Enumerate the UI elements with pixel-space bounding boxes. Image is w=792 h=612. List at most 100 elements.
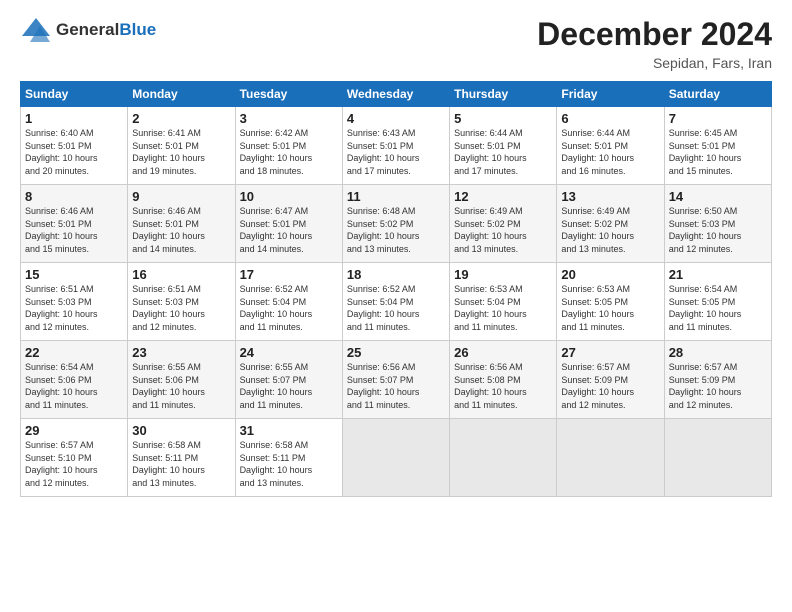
day-number: 12 [454,189,552,204]
calendar-cell: 10Sunrise: 6:47 AM Sunset: 5:01 PM Dayli… [235,185,342,263]
day-info: Sunrise: 6:53 AM Sunset: 5:05 PM Dayligh… [561,283,659,333]
calendar-cell: 7Sunrise: 6:45 AM Sunset: 5:01 PM Daylig… [664,107,771,185]
day-info: Sunrise: 6:50 AM Sunset: 5:03 PM Dayligh… [669,205,767,255]
day-info: Sunrise: 6:54 AM Sunset: 5:05 PM Dayligh… [669,283,767,333]
day-number: 18 [347,267,445,282]
day-header-friday: Friday [557,82,664,107]
calendar-week-2: 8Sunrise: 6:46 AM Sunset: 5:01 PM Daylig… [21,185,772,263]
day-header-tuesday: Tuesday [235,82,342,107]
day-number: 2 [132,111,230,126]
day-number: 26 [454,345,552,360]
logo: GeneralBlue [20,16,156,44]
day-number: 6 [561,111,659,126]
day-number: 19 [454,267,552,282]
day-info: Sunrise: 6:54 AM Sunset: 5:06 PM Dayligh… [25,361,123,411]
day-info: Sunrise: 6:53 AM Sunset: 5:04 PM Dayligh… [454,283,552,333]
calendar-cell: 1Sunrise: 6:40 AM Sunset: 5:01 PM Daylig… [21,107,128,185]
calendar-cell: 4Sunrise: 6:43 AM Sunset: 5:01 PM Daylig… [342,107,449,185]
calendar-cell: 14Sunrise: 6:50 AM Sunset: 5:03 PM Dayli… [664,185,771,263]
day-info: Sunrise: 6:44 AM Sunset: 5:01 PM Dayligh… [561,127,659,177]
day-info: Sunrise: 6:57 AM Sunset: 5:09 PM Dayligh… [669,361,767,411]
day-info: Sunrise: 6:40 AM Sunset: 5:01 PM Dayligh… [25,127,123,177]
day-number: 1 [25,111,123,126]
title-block: December 2024 Sepidan, Fars, Iran [537,16,772,71]
day-number: 5 [454,111,552,126]
logo-blue-text: Blue [119,20,156,39]
calendar-cell: 21Sunrise: 6:54 AM Sunset: 5:05 PM Dayli… [664,263,771,341]
day-info: Sunrise: 6:52 AM Sunset: 5:04 PM Dayligh… [240,283,338,333]
calendar-cell: 9Sunrise: 6:46 AM Sunset: 5:01 PM Daylig… [128,185,235,263]
calendar-header-row: SundayMondayTuesdayWednesdayThursdayFrid… [21,82,772,107]
day-info: Sunrise: 6:57 AM Sunset: 5:09 PM Dayligh… [561,361,659,411]
day-number: 7 [669,111,767,126]
day-info: Sunrise: 6:55 AM Sunset: 5:07 PM Dayligh… [240,361,338,411]
calendar-week-5: 29Sunrise: 6:57 AM Sunset: 5:10 PM Dayli… [21,419,772,497]
calendar-week-4: 22Sunrise: 6:54 AM Sunset: 5:06 PM Dayli… [21,341,772,419]
day-header-wednesday: Wednesday [342,82,449,107]
month-title: December 2024 [537,16,772,53]
calendar-cell: 16Sunrise: 6:51 AM Sunset: 5:03 PM Dayli… [128,263,235,341]
calendar-cell: 8Sunrise: 6:46 AM Sunset: 5:01 PM Daylig… [21,185,128,263]
calendar-cell: 30Sunrise: 6:58 AM Sunset: 5:11 PM Dayli… [128,419,235,497]
calendar-cell: 23Sunrise: 6:55 AM Sunset: 5:06 PM Dayli… [128,341,235,419]
day-info: Sunrise: 6:56 AM Sunset: 5:07 PM Dayligh… [347,361,445,411]
day-info: Sunrise: 6:55 AM Sunset: 5:06 PM Dayligh… [132,361,230,411]
page: GeneralBlue December 2024 Sepidan, Fars,… [0,0,792,612]
calendar-cell: 11Sunrise: 6:48 AM Sunset: 5:02 PM Dayli… [342,185,449,263]
day-header-sunday: Sunday [21,82,128,107]
calendar-cell: 15Sunrise: 6:51 AM Sunset: 5:03 PM Dayli… [21,263,128,341]
day-number: 15 [25,267,123,282]
day-info: Sunrise: 6:57 AM Sunset: 5:10 PM Dayligh… [25,439,123,489]
calendar-cell: 2Sunrise: 6:41 AM Sunset: 5:01 PM Daylig… [128,107,235,185]
logo-icon [20,16,52,44]
calendar-cell [450,419,557,497]
day-info: Sunrise: 6:47 AM Sunset: 5:01 PM Dayligh… [240,205,338,255]
calendar-week-1: 1Sunrise: 6:40 AM Sunset: 5:01 PM Daylig… [21,107,772,185]
calendar-cell: 29Sunrise: 6:57 AM Sunset: 5:10 PM Dayli… [21,419,128,497]
calendar-cell: 24Sunrise: 6:55 AM Sunset: 5:07 PM Dayli… [235,341,342,419]
day-number: 23 [132,345,230,360]
day-info: Sunrise: 6:46 AM Sunset: 5:01 PM Dayligh… [132,205,230,255]
calendar-cell: 27Sunrise: 6:57 AM Sunset: 5:09 PM Dayli… [557,341,664,419]
calendar-week-3: 15Sunrise: 6:51 AM Sunset: 5:03 PM Dayli… [21,263,772,341]
day-info: Sunrise: 6:48 AM Sunset: 5:02 PM Dayligh… [347,205,445,255]
day-number: 31 [240,423,338,438]
calendar-cell: 22Sunrise: 6:54 AM Sunset: 5:06 PM Dayli… [21,341,128,419]
day-info: Sunrise: 6:46 AM Sunset: 5:01 PM Dayligh… [25,205,123,255]
calendar-cell: 17Sunrise: 6:52 AM Sunset: 5:04 PM Dayli… [235,263,342,341]
day-number: 29 [25,423,123,438]
day-info: Sunrise: 6:49 AM Sunset: 5:02 PM Dayligh… [454,205,552,255]
day-info: Sunrise: 6:42 AM Sunset: 5:01 PM Dayligh… [240,127,338,177]
day-header-thursday: Thursday [450,82,557,107]
calendar-table: SundayMondayTuesdayWednesdayThursdayFrid… [20,81,772,497]
calendar-cell: 20Sunrise: 6:53 AM Sunset: 5:05 PM Dayli… [557,263,664,341]
day-info: Sunrise: 6:49 AM Sunset: 5:02 PM Dayligh… [561,205,659,255]
day-info: Sunrise: 6:41 AM Sunset: 5:01 PM Dayligh… [132,127,230,177]
day-number: 27 [561,345,659,360]
calendar-cell: 12Sunrise: 6:49 AM Sunset: 5:02 PM Dayli… [450,185,557,263]
calendar-cell: 18Sunrise: 6:52 AM Sunset: 5:04 PM Dayli… [342,263,449,341]
calendar-cell: 5Sunrise: 6:44 AM Sunset: 5:01 PM Daylig… [450,107,557,185]
day-number: 21 [669,267,767,282]
day-number: 13 [561,189,659,204]
calendar-cell [342,419,449,497]
day-info: Sunrise: 6:58 AM Sunset: 5:11 PM Dayligh… [240,439,338,489]
calendar-cell [664,419,771,497]
day-info: Sunrise: 6:52 AM Sunset: 5:04 PM Dayligh… [347,283,445,333]
day-number: 30 [132,423,230,438]
calendar-cell: 19Sunrise: 6:53 AM Sunset: 5:04 PM Dayli… [450,263,557,341]
day-number: 25 [347,345,445,360]
location: Sepidan, Fars, Iran [537,55,772,71]
calendar-cell: 13Sunrise: 6:49 AM Sunset: 5:02 PM Dayli… [557,185,664,263]
day-number: 11 [347,189,445,204]
day-info: Sunrise: 6:58 AM Sunset: 5:11 PM Dayligh… [132,439,230,489]
calendar-cell: 25Sunrise: 6:56 AM Sunset: 5:07 PM Dayli… [342,341,449,419]
day-number: 17 [240,267,338,282]
day-info: Sunrise: 6:44 AM Sunset: 5:01 PM Dayligh… [454,127,552,177]
day-number: 10 [240,189,338,204]
day-number: 24 [240,345,338,360]
day-info: Sunrise: 6:51 AM Sunset: 5:03 PM Dayligh… [25,283,123,333]
day-number: 20 [561,267,659,282]
day-header-monday: Monday [128,82,235,107]
day-number: 22 [25,345,123,360]
